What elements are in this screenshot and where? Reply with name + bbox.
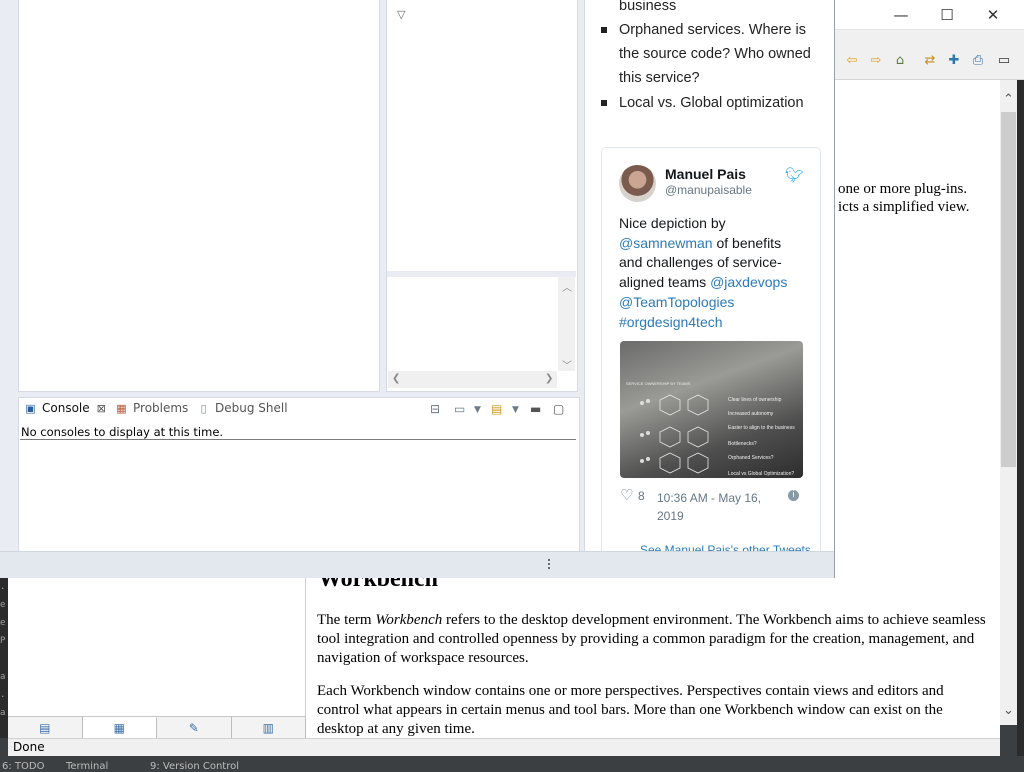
maximize-button[interactable]: ☐ bbox=[924, 0, 970, 30]
tab-label: Debug Shell bbox=[215, 401, 288, 415]
contents-tab-icon[interactable]: ▤ bbox=[8, 717, 83, 738]
help-title-bar: — ☐ ✕ bbox=[834, 0, 1024, 30]
bookmark-add-icon[interactable]: ✚ bbox=[944, 51, 964, 69]
tab-label: Console bbox=[42, 401, 90, 415]
mention-link[interactable]: @TeamTopologies bbox=[619, 294, 734, 310]
help-toolbar: ⇦ ⇨ ⌂ ⇄ ✚ ⎙ ▭ bbox=[834, 30, 1024, 80]
bullet-list: business Orphaned services. Where is the… bbox=[600, 0, 815, 116]
minimize-view-icon[interactable]: ▬ bbox=[530, 402, 541, 416]
sync-toc-icon[interactable]: ⇄ bbox=[920, 51, 940, 69]
hashtag-link[interactable]: #orgdesign4tech bbox=[619, 314, 723, 330]
home-icon[interactable]: ⌂ bbox=[890, 51, 910, 69]
list-item: business bbox=[619, 0, 677, 14]
terminal-tab[interactable]: Terminal bbox=[66, 762, 108, 772]
search-tab-icon[interactable]: ✎ bbox=[157, 717, 232, 738]
maximize-view-icon[interactable]: ▭ bbox=[994, 51, 1014, 69]
chevron-down-icon[interactable]: ▼ bbox=[474, 405, 481, 415]
window-bottom-bar bbox=[0, 551, 834, 578]
back-arrow-icon[interactable]: ⇦ bbox=[842, 51, 862, 69]
problems-icon: ▦ bbox=[116, 401, 127, 415]
content-paragraph: Each Workbench window contains one or mo… bbox=[317, 683, 944, 737]
ide-edge: .eeP a.a bbox=[0, 578, 8, 738]
scroll-up-icon[interactable]: ⌃ bbox=[1003, 92, 1014, 107]
ide-edge bbox=[1017, 80, 1024, 768]
editor-area[interactable] bbox=[18, 0, 380, 392]
content-paragraph: The term Workbench refers to the desktop… bbox=[317, 612, 986, 666]
tweet-author-name[interactable]: Manuel Pais bbox=[665, 166, 746, 182]
scroll-thumb[interactable] bbox=[1001, 112, 1016, 467]
pin-console-icon[interactable]: ⊟ bbox=[430, 402, 440, 416]
print-icon[interactable]: ⎙ bbox=[968, 51, 988, 69]
minimize-button[interactable]: — bbox=[878, 0, 924, 30]
tab-problems[interactable]: ▦ Problems bbox=[115, 401, 188, 415]
display-console-icon[interactable]: ▭ bbox=[454, 402, 465, 416]
photo-diagram bbox=[640, 394, 709, 474]
window-edge bbox=[0, 0, 14, 551]
bookmarks-tab-icon[interactable]: ▥ bbox=[232, 717, 306, 738]
info-icon[interactable]: i bbox=[788, 490, 799, 501]
tweet-text: Nice depiction by @samnewman of benefits… bbox=[619, 215, 788, 330]
maximize-view-icon[interactable]: ▢ bbox=[553, 402, 564, 416]
tweet-photo[interactable]: SERVICE OWNERSHIP BY TEAMS Clear lines o… bbox=[620, 341, 803, 478]
mention-link[interactable]: @samnewman bbox=[619, 235, 713, 251]
console-icon: ▣ bbox=[25, 401, 36, 415]
photo-text: Clear lines of ownership Increased auton… bbox=[728, 397, 795, 477]
help-nav-tabs: ▤ ▦ ✎ ▥ bbox=[8, 716, 306, 738]
chevron-down-icon[interactable]: ▼ bbox=[512, 405, 519, 415]
open-console-icon[interactable]: ▤ bbox=[491, 402, 502, 416]
avatar[interactable] bbox=[619, 165, 656, 202]
debug-shell-icon: ▯ bbox=[200, 401, 207, 415]
divider bbox=[20, 439, 576, 440]
index-tab-icon[interactable]: ▦ bbox=[82, 717, 157, 738]
scroll-down-icon[interactable]: ﹀ bbox=[562, 357, 572, 372]
list-item: Orphaned services. Where is the source c… bbox=[600, 18, 815, 90]
view-sash[interactable] bbox=[387, 271, 576, 277]
scroll-right-icon[interactable]: ❯ bbox=[545, 373, 553, 384]
status-bar: Done bbox=[8, 738, 1000, 756]
content-fragment: one or more plug-ins. bbox=[838, 181, 968, 197]
forward-arrow-icon[interactable]: ⇨ bbox=[866, 51, 886, 69]
tweet-author-handle[interactable]: @manupaisable bbox=[665, 183, 752, 197]
console-message: No consoles to display at this time. bbox=[21, 425, 224, 439]
heart-icon[interactable]: ♡ bbox=[620, 486, 633, 504]
horizontal-scrollbar[interactable]: ❮ ❯ bbox=[388, 371, 557, 388]
tweet-timestamp[interactable]: 10:36 AM - May 16, 2019 bbox=[657, 489, 777, 525]
tab-console[interactable]: ▣ Console ⊠ bbox=[24, 401, 106, 415]
outline-view: ▽ bbox=[386, 0, 578, 392]
list-item: Local vs. Global optimization bbox=[600, 91, 815, 115]
vertical-scrollbar[interactable]: ︿ ﹀ bbox=[558, 277, 575, 372]
tab-debug-shell[interactable]: ▯ Debug Shell bbox=[197, 401, 288, 415]
twitter-bird-icon[interactable]: 🐦︎ bbox=[785, 166, 804, 184]
close-tab-icon[interactable]: ⊠ bbox=[97, 402, 106, 415]
version-control-tab[interactable]: 9: Version Control bbox=[150, 762, 239, 772]
content-fragment: icts a simplified view. bbox=[838, 199, 970, 215]
like-count[interactable]: 8 bbox=[638, 489, 645, 503]
close-button[interactable]: ✕ bbox=[970, 0, 1016, 30]
help-toc-pane bbox=[0, 578, 306, 738]
resize-grip-icon[interactable] bbox=[548, 559, 551, 573]
mention-link[interactable]: @jaxdevops bbox=[710, 274, 787, 290]
tab-label: Problems bbox=[133, 401, 189, 415]
todo-tab[interactable]: 6: TODO bbox=[2, 762, 44, 772]
scroll-down-icon[interactable]: ⌄ bbox=[1003, 703, 1014, 718]
collapse-triangle-icon[interactable]: ▽ bbox=[397, 8, 405, 21]
photo-caption: SERVICE OWNERSHIP BY TEAMS bbox=[626, 381, 691, 386]
scroll-up-icon[interactable]: ︿ bbox=[562, 279, 572, 294]
scroll-left-icon[interactable]: ❮ bbox=[392, 373, 400, 384]
ide-tool-window-bar: 6: TODO Terminal 9: Version Control bbox=[0, 756, 1024, 772]
